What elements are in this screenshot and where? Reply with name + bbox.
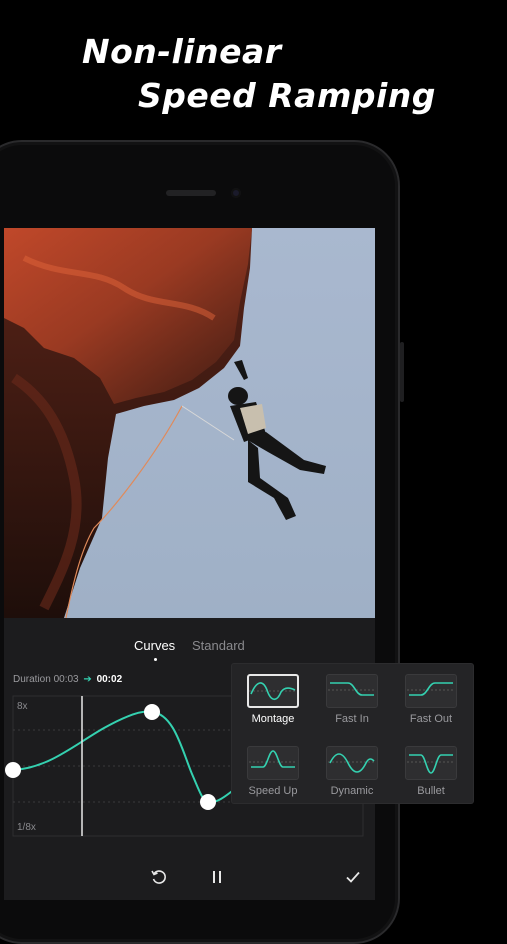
video-preview[interactable] xyxy=(4,228,375,618)
curve-control-point[interactable] xyxy=(5,762,21,778)
speed-max-label: 8x xyxy=(17,701,28,712)
headline-line-1: Non-linear xyxy=(82,32,282,71)
phone-side-button xyxy=(400,342,404,402)
fast-out-curve-icon xyxy=(405,674,457,708)
bullet-curve-icon xyxy=(405,746,457,780)
preset-label: Fast Out xyxy=(409,713,453,725)
preset-label: Dynamic xyxy=(330,785,374,797)
dynamic-curve-icon xyxy=(326,746,378,780)
speed-up-curve-icon xyxy=(247,746,299,780)
duration-original: Duration 00:03 xyxy=(13,674,79,685)
phone-speaker xyxy=(166,190,216,196)
playback-controls xyxy=(4,863,375,893)
speed-min-label: 1/8x xyxy=(17,822,36,833)
active-tab-indicator xyxy=(154,658,157,661)
camera-icon xyxy=(231,188,241,198)
headline-line-2: Speed Ramping xyxy=(138,76,436,115)
preset-dynamic[interactable]: Dynamic xyxy=(317,746,387,797)
preset-fast-in[interactable]: Fast In xyxy=(317,674,387,725)
curve-control-point[interactable] xyxy=(200,794,216,810)
curve-presets-panel: Montage Fast In Fast Out Speed Up Dynami… xyxy=(232,664,473,803)
duration-new: 00:02 xyxy=(96,674,123,685)
tab-standard[interactable]: Standard xyxy=(192,638,245,653)
pause-icon xyxy=(213,871,221,883)
preset-label: Montage xyxy=(251,713,295,725)
pause-button[interactable] xyxy=(203,863,231,891)
preset-montage[interactable]: Montage xyxy=(238,674,308,725)
tab-curves[interactable]: Curves xyxy=(134,638,175,653)
reset-icon xyxy=(151,870,166,884)
preset-fast-out[interactable]: Fast Out xyxy=(396,674,466,725)
confirm-button[interactable] xyxy=(339,863,367,891)
preset-bullet[interactable]: Bullet xyxy=(396,746,466,797)
fast-in-curve-icon xyxy=(326,674,378,708)
preset-label: Bullet xyxy=(417,785,445,797)
montage-curve-icon xyxy=(247,674,299,708)
preset-speed-up[interactable]: Speed Up xyxy=(238,746,308,797)
checkmark-icon xyxy=(346,871,360,883)
curve-control-point[interactable] xyxy=(144,704,160,720)
reset-button[interactable] xyxy=(145,863,173,891)
preset-label: Speed Up xyxy=(248,785,298,797)
duration-readout: Duration 00:03 ➔ 00:02 xyxy=(13,674,122,685)
arrow-right-icon: ➔ xyxy=(83,674,92,685)
editor-tabs: Curves Standard xyxy=(4,638,375,662)
preset-label: Fast In xyxy=(335,713,369,725)
